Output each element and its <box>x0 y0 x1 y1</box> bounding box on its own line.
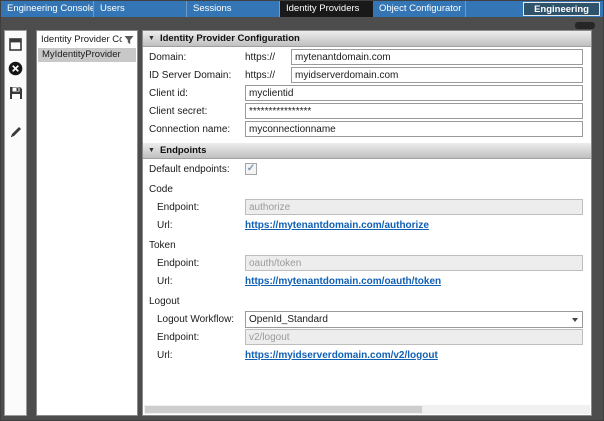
group-title-code: Code <box>149 183 583 197</box>
token-endpoint-label: Endpoint: <box>157 258 245 269</box>
tab-identity-providers[interactable]: Identity Providers <box>280 1 373 17</box>
list-panel-title: Identity Provider Conf <box>41 34 122 45</box>
token-url-link[interactable]: https://mytenantdomain.com/oauth/token <box>245 276 441 287</box>
list-panel-header: Identity Provider Conf <box>37 31 137 48</box>
logout-workflow-select[interactable]: OpenId_Standard <box>245 311 583 328</box>
group-title-token: Token <box>149 239 583 253</box>
field-row-token-endpoint: Endpoint: <box>157 255 583 271</box>
domain-input[interactable] <box>291 49 583 65</box>
funnel-icon[interactable] <box>124 35 134 45</box>
section-header-endpoints[interactable]: Endpoints <box>143 143 591 159</box>
group-title-logout: Logout <box>149 295 583 309</box>
logout-endpoint-label: Endpoint: <box>157 332 245 343</box>
app-window: Engineering Console Users Sessions Ident… <box>0 0 604 421</box>
delete-icon[interactable] <box>7 60 24 77</box>
logout-workflow-label: Logout Workflow: <box>157 314 245 325</box>
section-title: Endpoints <box>160 145 206 156</box>
config-panel: Identity Provider Configuration Domain: … <box>142 30 592 416</box>
tab-engineering-console[interactable]: Engineering Console <box>1 1 94 17</box>
horizontal-scrollbar-thumb[interactable] <box>145 406 422 413</box>
top-tab-bar: Engineering Console Users Sessions Ident… <box>1 1 603 17</box>
section-title: Identity Provider Configuration <box>160 33 300 44</box>
field-row-code-endpoint: Endpoint: <box>157 199 583 215</box>
field-row-domain: Domain: https:// <box>149 49 583 65</box>
token-endpoint-input <box>245 255 583 271</box>
field-row-id-server-domain: ID Server Domain: https:// <box>149 67 583 83</box>
horizontal-scrollbar[interactable] <box>144 405 590 414</box>
domain-prefix: https:// <box>245 52 291 63</box>
default-endpoints-checkbox[interactable] <box>245 163 257 175</box>
logout-url-label: Url: <box>157 350 245 361</box>
edit-icon[interactable] <box>7 123 24 140</box>
field-row-connection-name: Connection name: <box>149 121 583 137</box>
field-row-client-secret: Client secret: <box>149 103 583 119</box>
tab-sessions[interactable]: Sessions <box>187 1 280 17</box>
field-row-logout-url: Url: https://myidserverdomain.com/v2/log… <box>157 347 583 363</box>
splitter-handle[interactable] <box>575 22 595 29</box>
field-row-code-url: Url: https://mytenantdomain.com/authoriz… <box>157 217 583 233</box>
token-url-label: Url: <box>157 276 245 287</box>
tab-users[interactable]: Users <box>94 1 187 17</box>
chevron-down-icon <box>572 318 578 322</box>
connection-name-input[interactable] <box>245 121 583 137</box>
connection-name-label: Connection name: <box>149 124 245 135</box>
field-row-logout-workflow: Logout Workflow: OpenId_Standard <box>157 311 583 327</box>
logout-endpoint-input <box>245 329 583 345</box>
field-row-default-endpoints: Default endpoints: <box>149 161 583 177</box>
side-toolbar <box>4 30 27 416</box>
client-id-label: Client id: <box>149 88 245 99</box>
field-row-client-id: Client id: <box>149 85 583 101</box>
code-endpoint-input <box>245 199 583 215</box>
logout-workflow-value: OpenId_Standard <box>249 314 328 325</box>
id-server-domain-prefix: https:// <box>245 70 291 81</box>
identity-provider-list-panel: Identity Provider Conf MyIdentityProvide… <box>36 30 138 416</box>
list-item-identity-provider[interactable]: MyIdentityProvider <box>38 48 136 62</box>
code-url-link[interactable]: https://mytenantdomain.com/authorize <box>245 220 429 231</box>
tab-engineering-mode[interactable]: Engineering <box>523 2 600 16</box>
domain-label: Domain: <box>149 52 245 63</box>
field-row-token-url: Url: https://mytenantdomain.com/oauth/to… <box>157 273 583 289</box>
client-secret-input[interactable] <box>245 103 583 119</box>
section-header-configuration[interactable]: Identity Provider Configuration <box>143 31 591 47</box>
code-endpoint-label: Endpoint: <box>157 202 245 213</box>
default-endpoints-label: Default endpoints: <box>149 164 245 175</box>
window-icon[interactable] <box>7 36 24 53</box>
client-id-input[interactable] <box>245 85 583 101</box>
id-server-domain-input[interactable] <box>291 67 583 83</box>
id-server-domain-label: ID Server Domain: <box>149 70 245 81</box>
tab-object-configurator[interactable]: Object Configurator <box>373 1 466 17</box>
client-secret-label: Client secret: <box>149 106 245 117</box>
code-url-label: Url: <box>157 220 245 231</box>
field-row-logout-endpoint: Endpoint: <box>157 329 583 345</box>
save-icon[interactable] <box>7 84 24 101</box>
logout-url-link[interactable]: https://myidserverdomain.com/v2/logout <box>245 350 438 361</box>
